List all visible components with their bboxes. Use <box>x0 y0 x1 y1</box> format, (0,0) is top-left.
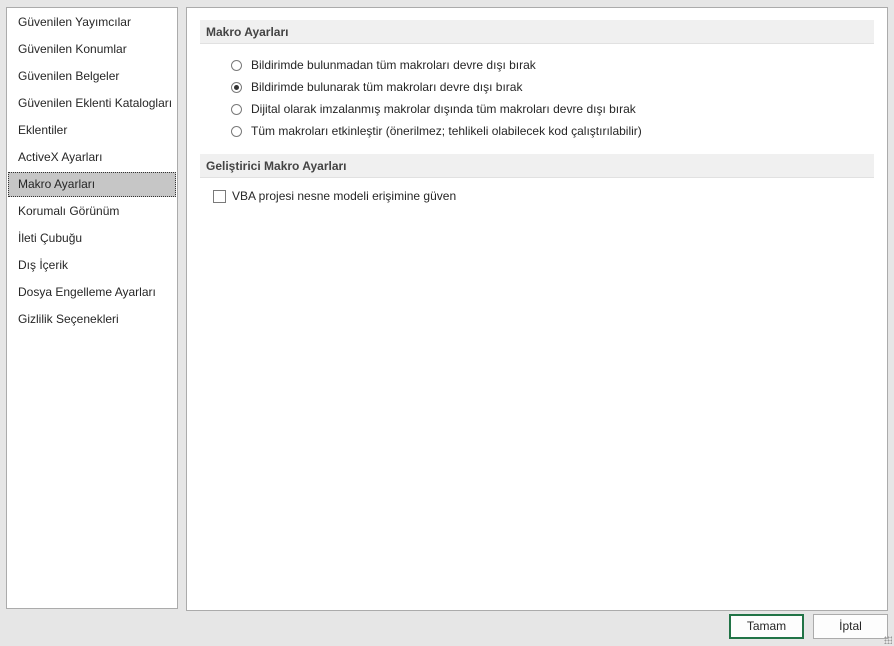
sidebar-item-trusted-documents[interactable]: Güvenilen Belgeler <box>8 64 176 89</box>
cancel-button[interactable]: İptal <box>813 614 888 639</box>
sidebar-list: Güvenilen Yayımcılar Güvenilen Konumlar … <box>7 8 177 332</box>
vba-trust-label: VBA projesi nesne modeli erişimine güven <box>232 189 457 203</box>
sidebar-item-addins[interactable]: Eklentiler <box>8 118 176 143</box>
vba-trust-option[interactable]: VBA projesi nesne modeli erişimine güven <box>213 186 456 206</box>
sidebar-item-trusted-publishers[interactable]: Güvenilen Yayımcılar <box>8 10 176 35</box>
ok-button[interactable]: Tamam <box>729 614 804 639</box>
sidebar-item-external-content[interactable]: Dış İçerik <box>8 253 176 278</box>
macro-option-disable-with-notify[interactable]: Bildirimde bulunarak tüm makroları devre… <box>231 77 522 97</box>
radio-label: Bildirimde bulunarak tüm makroları devre… <box>251 80 523 94</box>
sidebar-item-protected-view[interactable]: Korumalı Görünüm <box>8 199 176 224</box>
sidebar-item-activex-settings[interactable]: ActiveX Ayarları <box>8 145 176 170</box>
macro-option-disable-no-notify[interactable]: Bildirimde bulunmadan tüm makroları devr… <box>231 55 536 75</box>
sidebar: Güvenilen Yayımcılar Güvenilen Konumlar … <box>6 7 178 609</box>
radio-button[interactable] <box>231 125 242 137</box>
developer-macro-settings-header: Geliştirici Makro Ayarları <box>200 154 874 178</box>
resize-grip-icon[interactable] <box>884 636 892 644</box>
macro-option-enable-all[interactable]: Tüm makroları etkinleştir (önerilmez; te… <box>231 121 642 141</box>
radio-button[interactable] <box>231 59 242 71</box>
vba-trust-checkbox[interactable] <box>213 189 226 203</box>
radio-button-checked[interactable] <box>231 81 242 93</box>
radio-label: Tüm makroları etkinleştir (önerilmez; te… <box>251 124 642 138</box>
sidebar-item-macro-settings[interactable]: Makro Ayarları <box>8 172 176 197</box>
radio-label: Bildirimde bulunmadan tüm makroları devr… <box>251 58 536 72</box>
macro-settings-header: Makro Ayarları <box>200 20 874 44</box>
sidebar-item-message-bar[interactable]: İleti Çubuğu <box>8 226 176 251</box>
content-panel: Makro Ayarları Bildirimde bulunmadan tüm… <box>186 7 888 611</box>
radio-label: Dijital olarak imzalanmış makrolar dışın… <box>251 102 636 116</box>
sidebar-item-file-block-settings[interactable]: Dosya Engelleme Ayarları <box>8 280 176 305</box>
macro-option-disable-except-signed[interactable]: Dijital olarak imzalanmış makrolar dışın… <box>231 99 636 119</box>
sidebar-item-privacy-options[interactable]: Gizlilik Seçenekleri <box>8 307 176 332</box>
radio-button[interactable] <box>231 103 242 115</box>
sidebar-item-trusted-addin-catalogs[interactable]: Güvenilen Eklenti Katalogları <box>8 91 176 116</box>
sidebar-item-trusted-locations[interactable]: Güvenilen Konumlar <box>8 37 176 62</box>
